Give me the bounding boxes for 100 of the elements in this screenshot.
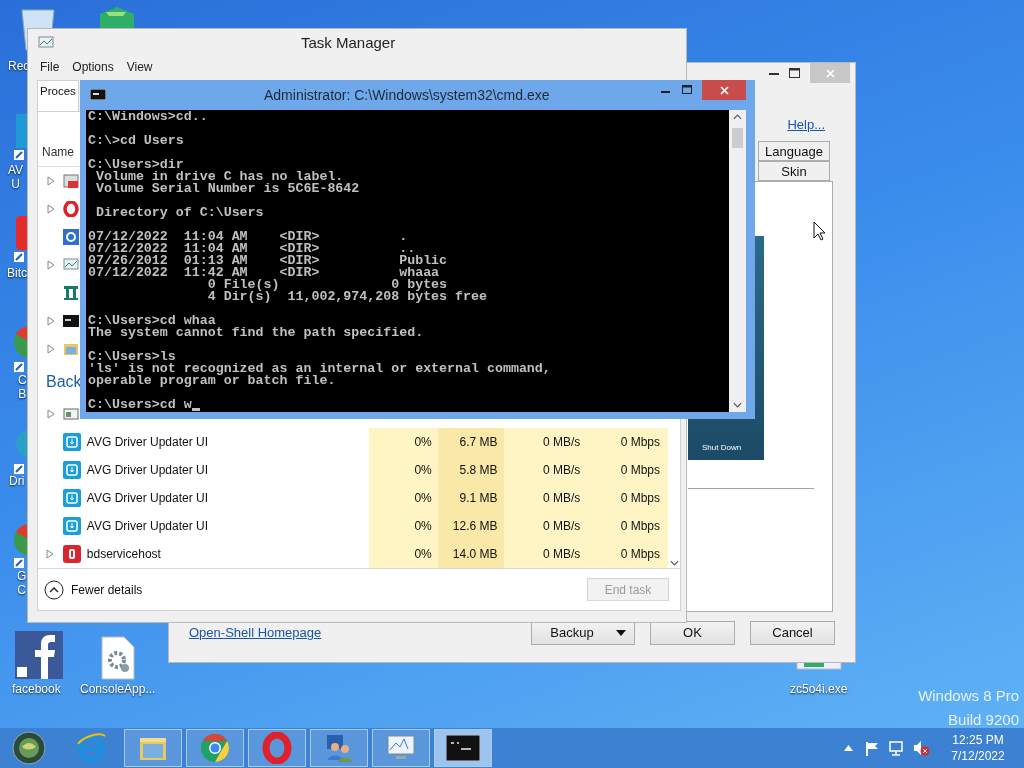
table-cell-text: 0% — [414, 434, 432, 451]
close-button[interactable] — [702, 80, 746, 100]
toolbox-icon — [63, 173, 79, 189]
window-title: Task Manager — [301, 32, 396, 53]
console-line: 07/12/2022 11:04 AM <DIR> .. — [88, 243, 416, 255]
icon-label: B — [18, 387, 27, 401]
icon-label: Dri — [9, 474, 25, 488]
tab[interactable]: Skin — [758, 161, 830, 181]
collapse-icon — [44, 579, 64, 600]
network-icon — [889, 740, 905, 756]
console-line: C:\Windows>cd.. — [88, 111, 209, 123]
icon-label: AV — [8, 163, 24, 177]
table-cell-text: 0% — [414, 462, 432, 479]
edition-text: Windows 8 Pro — [918, 686, 1019, 706]
process-name: AVG Driver Updater UI — [86, 518, 208, 535]
scrollbar[interactable] — [729, 110, 746, 412]
start-orb-icon — [12, 731, 46, 765]
expand-arrow-icon — [46, 316, 55, 326]
console-line: Directory of C:\Users — [94, 207, 265, 219]
updater-icon — [62, 433, 81, 451]
table-cell-text: 0 Mbps — [620, 434, 661, 451]
table-cell-text: 5.8 MB — [459, 462, 498, 479]
chrome-icon — [199, 732, 231, 764]
clock-time[interactable]: 12:25 PM — [952, 732, 1004, 748]
backup-button[interactable]: Backup — [531, 621, 635, 645]
tab[interactable]: Language — [758, 141, 830, 161]
expand-arrow-icon — [46, 409, 55, 419]
process-row[interactable]: AVG Driver Updater UI 0% 12.6 MB 0 MB/s 0 Mbps — [38, 512, 680, 540]
menu-item[interactable]: Options — [72, 58, 114, 76]
icon-label: zc5o4i.exe — [790, 682, 848, 696]
homepage-link[interactable]: Open-Shell Homepage — [189, 623, 322, 643]
console-line: 4 Dir(s) 11,002,974,208 bytes free — [206, 291, 488, 303]
edition-text: Build 9200 — [948, 710, 1019, 730]
monitor-icon — [63, 257, 79, 273]
console-line: Volume Serial Number is 5C6E-8642 — [94, 183, 361, 195]
console-line: 07/12/2022 11:42 AM <DIR> whaaa — [88, 267, 440, 279]
table-cell-text: 0 MB/s — [542, 434, 581, 451]
expand-arrow-icon — [46, 344, 55, 354]
console-line: C:\Users>dir — [88, 159, 184, 171]
ring-icon — [63, 201, 79, 217]
clock-date[interactable]: 7/12/2022 — [951, 748, 1005, 764]
console-line: Volume in drive C has no label. — [94, 171, 344, 183]
process-row[interactable]: AVG Driver Updater UI 0% 5.8 MB 0 MB/s 0 Mbps — [38, 456, 680, 484]
show-hidden-icon — [844, 745, 853, 751]
icon-label: Bitc — [7, 266, 27, 280]
group-heading: Back — [46, 371, 82, 392]
window-title: Administrator: C:\Windows\system32\cmd.exe — [264, 86, 550, 105]
console-line: C:\>cd Users — [88, 135, 185, 147]
minimize-icon — [661, 91, 670, 93]
dialog-button[interactable]: OK — [650, 621, 735, 645]
table-cell-text: 0 MB/s — [542, 462, 581, 479]
close-icon — [825, 68, 835, 78]
updater-icon — [62, 489, 81, 507]
icon-label: G — [17, 569, 27, 583]
expand-arrow-icon — [46, 204, 55, 214]
updater-icon — [62, 517, 81, 535]
fewer-details-button[interactable]: Fewer details — [44, 579, 143, 600]
help-link[interactable]: Help... — [787, 115, 825, 131]
minimize-icon — [769, 73, 779, 76]
pillar-icon — [63, 285, 79, 301]
close-icon — [719, 85, 729, 95]
dropdown-icon — [615, 630, 626, 636]
process-name: bdservicehost — [86, 546, 161, 563]
process-row[interactable]: AVG Driver Updater UI 0% 9.1 MB 0 MB/s 0 Mbps — [38, 484, 680, 512]
console-line: operable program or batch file. — [88, 375, 337, 387]
scroll-thumb[interactable] — [732, 128, 743, 148]
process-row[interactable]: bdservicehost 0% 14.0 MB 0 MB/s 0 Mbps — [38, 540, 680, 568]
scroll-up-icon — [733, 114, 742, 120]
process-row[interactable]: AVG Driver Updater UI 0% 6.7 MB 0 MB/s 0 Mbps — [38, 428, 680, 456]
table-cell-text: 0 Mbps — [620, 518, 661, 535]
console-icon — [90, 89, 106, 100]
tab[interactable]: Proces — [37, 80, 79, 111]
console-line: 0 File(s) 0 bytes — [206, 279, 449, 291]
window-icon — [63, 406, 79, 422]
text-cursor — [191, 408, 200, 411]
table-cell-text: 9.1 MB — [459, 490, 498, 507]
console-line: C:\Users>ls — [88, 351, 177, 363]
expand-arrow-icon — [46, 176, 55, 186]
gear-document-icon — [100, 636, 136, 680]
mouse-cursor-icon — [813, 221, 826, 241]
menu-item[interactable]: File — [40, 58, 60, 76]
dialog-button[interactable]: Cancel — [750, 621, 835, 645]
table-cell-text: 0% — [414, 546, 432, 563]
console-line: 'ls' is not recognized as an internal or external command, — [88, 363, 552, 375]
browser-e-icon — [75, 732, 107, 764]
close-button[interactable] — [810, 63, 850, 83]
console-prompt[interactable]: C:\Users>cd w — [88, 399, 192, 411]
expand-arrow-icon — [46, 260, 55, 270]
console-icon — [446, 735, 480, 761]
menu-item[interactable]: View — [126, 58, 153, 76]
icon-label: C — [17, 583, 26, 597]
table-cell-text: 0% — [414, 490, 432, 507]
icon-label: ConsoleApp... — [80, 682, 156, 696]
maximize-icon — [682, 85, 692, 94]
table-cell-text: 0 Mbps — [620, 546, 661, 563]
table-cell-text: 12.6 MB — [452, 518, 498, 535]
scroll-down-icon — [669, 560, 679, 566]
taskbar-button[interactable] — [434, 729, 492, 767]
icon-label: facebook — [12, 682, 61, 696]
icon-label: U — [11, 177, 20, 191]
